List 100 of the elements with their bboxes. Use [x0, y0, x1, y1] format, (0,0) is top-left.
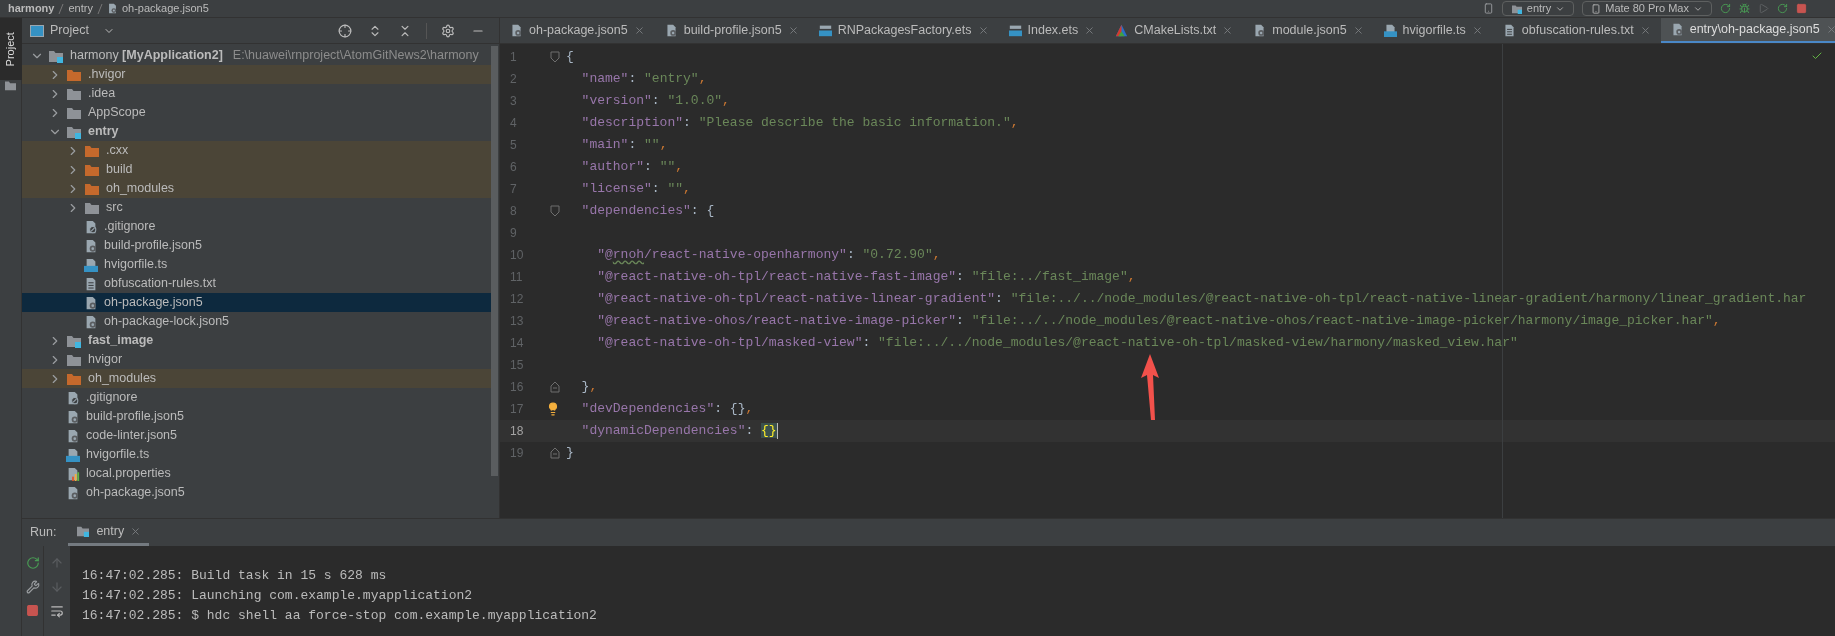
json-file-icon: [84, 238, 98, 253]
tree-item[interactable]: build-profile.json5: [22, 236, 491, 255]
rerun-icon[interactable]: [1720, 3, 1731, 14]
debug-icon[interactable]: [1739, 3, 1750, 14]
close-icon[interactable]: [1471, 25, 1483, 36]
collapse-all-icon[interactable]: [398, 23, 412, 38]
console-line: 16:47:02.285: Build task in 15 s 628 ms: [82, 567, 388, 585]
arrow-down-icon[interactable]: [50, 580, 64, 594]
locate-icon[interactable]: [338, 23, 352, 38]
editor-tab[interactable]: build-profile.json5: [654, 18, 809, 43]
tree-item[interactable]: .gitignore: [22, 388, 491, 407]
breadcrumb[interactable]: oh-package.json5: [121, 0, 209, 17]
tree-item[interactable]: fast_image: [22, 331, 491, 350]
tree-item[interactable]: .idea: [22, 84, 491, 103]
tree-item[interactable]: hvigorfile.ts: [22, 255, 491, 274]
fold-marker-icon[interactable]: [550, 381, 560, 393]
line-number: 12: [509, 291, 525, 308]
soft-wrap-icon[interactable]: [50, 604, 64, 618]
device-manager-icon[interactable]: [1482, 3, 1494, 14]
editor-tab[interactable]: oh-package.json5: [500, 18, 655, 43]
close-icon[interactable]: [633, 25, 645, 36]
project-view-dropdown[interactable]: Project: [30, 21, 115, 40]
fold-marker-icon[interactable]: [550, 51, 560, 63]
code-line: "name": "entry",: [580, 70, 707, 89]
phone-icon: [1591, 3, 1602, 14]
stop-icon[interactable]: [26, 604, 39, 617]
tree-item[interactable]: code-linter.json5: [22, 426, 491, 445]
close-icon[interactable]: [1222, 25, 1234, 36]
text-cursor: [776, 423, 778, 439]
text-file-icon: [1502, 24, 1516, 37]
tree-item[interactable]: build: [22, 160, 491, 179]
code-line: "@react-native-oh-tpl/react-native-fast-image": "file:../fast_image",: [596, 268, 1136, 287]
line-number: 9: [509, 225, 518, 242]
triangle-icon: [1115, 24, 1129, 37]
json-file-icon: [510, 24, 523, 37]
arrow-up-icon[interactable]: [50, 556, 64, 570]
tree-item[interactable]: entry: [22, 122, 491, 141]
tree-item[interactable]: .cxx: [22, 141, 491, 160]
tree-item[interactable]: .gitignore: [22, 217, 491, 236]
editor-tab[interactable]: obfuscation-rules.txt: [1492, 18, 1661, 43]
tree-item[interactable]: oh-package.json5: [22, 483, 491, 502]
tree-item[interactable]: hvigorfile.ts: [22, 445, 491, 464]
fold-marker-icon[interactable]: [550, 447, 560, 459]
project-tool-tab[interactable]: Project: [0, 18, 22, 80]
breadcrumb[interactable]: entry: [68, 0, 93, 17]
folder-icon: [66, 352, 82, 367]
line-number: 17: [509, 401, 525, 418]
close-icon[interactable]: [1639, 25, 1651, 36]
line-number: 11: [509, 269, 524, 286]
editor-tab[interactable]: hvigorfile.ts: [1373, 18, 1493, 43]
ts-file-icon: [66, 447, 80, 462]
device-dropdown[interactable]: Mate 80 Pro Max: [1582, 1, 1712, 16]
code-line: "@react-native-oh-tpl/masked-view": "file:../../node_modules/@react-native-oh-tpl/masked-view/harmony/masked_view.har": [596, 334, 1518, 353]
wrench-icon[interactable]: [25, 580, 40, 594]
rerun-icon[interactable]: [25, 556, 40, 570]
apply-changes-icon[interactable]: [1777, 3, 1788, 14]
tree-item[interactable]: src: [22, 198, 491, 217]
line-number: 4: [509, 115, 518, 132]
tree-item[interactable]: oh-package.json5: [22, 293, 491, 312]
breadcrumb-separator-icon: [58, 3, 65, 14]
project-path: E:\huawei\rnproject\AtomGitNews2\harmony: [232, 47, 479, 65]
tree-item[interactable]: oh_modules: [22, 179, 491, 198]
tree-item[interactable]: oh-package-lock.json5: [22, 312, 491, 331]
code-line: "description": "Please describe the basic information.",: [580, 114, 1019, 133]
stop-icon[interactable]: [1796, 3, 1807, 14]
tree-item[interactable]: build-profile.json5: [22, 407, 491, 426]
tree-item[interactable]: local.properties: [22, 464, 491, 483]
fold-marker-icon[interactable]: [550, 205, 560, 217]
close-icon[interactable]: [977, 25, 989, 36]
run-icon[interactable]: [1758, 3, 1769, 14]
tree-item[interactable]: harmony [MyApplication2] E:\huawei\rnproject\AtomGitNews2\harmony: [22, 46, 491, 65]
line-number: 13: [509, 313, 525, 330]
close-icon[interactable]: [1825, 24, 1835, 35]
tree-item[interactable]: oh_modules: [22, 369, 491, 388]
text-file-icon: [84, 276, 98, 291]
tree-item[interactable]: hvigor: [22, 350, 491, 369]
close-icon[interactable]: [787, 25, 799, 36]
editor-tab[interactable]: module.json5: [1243, 18, 1374, 43]
editor-tab[interactable]: RNPackagesFactory.ets: [808, 18, 999, 43]
code-line: {: [566, 48, 574, 67]
line-number: 2: [509, 71, 518, 88]
tree-item[interactable]: obfuscation-rules.txt: [22, 274, 491, 293]
folder-icon: [84, 143, 100, 158]
breadcrumb[interactable]: harmony: [8, 0, 55, 17]
ets-file-icon: [818, 24, 832, 37]
run-config-dropdown[interactable]: entry: [1501, 1, 1575, 16]
ignore-file-icon: [84, 219, 98, 234]
json-file-icon: [66, 485, 80, 500]
tree-item[interactable]: AppScope: [22, 103, 491, 122]
editor-tab[interactable]: CMakeLists.txt: [1105, 18, 1244, 43]
editor-tab[interactable]: Index.ets: [998, 18, 1106, 43]
close-icon[interactable]: [1352, 25, 1364, 36]
close-icon[interactable]: [1084, 25, 1096, 36]
editor-tab[interactable]: entry\oh-package.json5: [1660, 18, 1835, 43]
lightbulb-icon[interactable]: [546, 402, 560, 416]
settings-icon[interactable]: [441, 23, 455, 38]
close-icon[interactable]: [130, 525, 142, 537]
folder-icon: [66, 105, 82, 120]
json-file-icon: [84, 295, 98, 310]
tree-item[interactable]: .hvigor: [22, 65, 491, 84]
